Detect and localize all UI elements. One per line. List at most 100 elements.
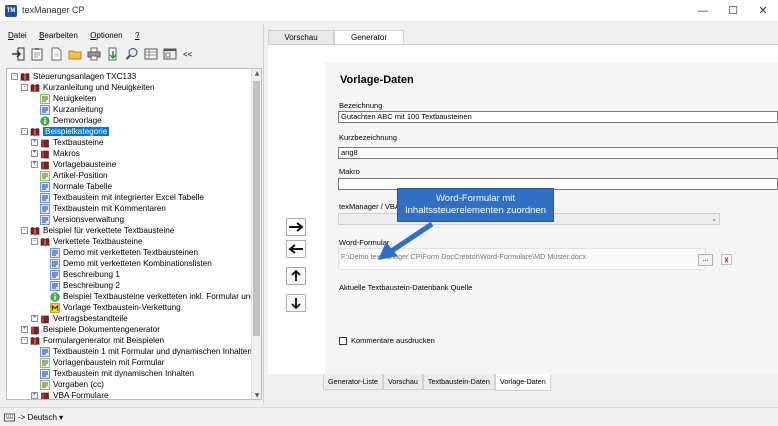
tree-node[interactable]: + Vorlagebausteine — [31, 159, 116, 170]
kurzbezeichnung-input[interactable]: ang8 — [338, 147, 778, 159]
tree-node[interactable]: Artikel-Position — [31, 170, 108, 181]
tree-node[interactable]: + Beispiele Dokumentengenerator — [21, 324, 160, 335]
kommentare-checkbox[interactable] — [339, 336, 347, 345]
minimize-button[interactable]: — — [688, 0, 718, 22]
collapse-icon[interactable]: - — [21, 227, 28, 234]
clipboard-button[interactable] — [29, 46, 45, 62]
category-tree[interactable]: - Steuerungsanlagen TXC133- Kurzanleitung … — [6, 68, 262, 400]
tree-node-label: Textbaustein 1 mit Formular und dynamisc… — [53, 347, 252, 356]
tree-node[interactable]: Demo mit verketteten Kombinationslisten — [41, 258, 212, 269]
tree-node[interactable]: Normale Tabelle — [31, 181, 112, 192]
collapse-icon[interactable]: - — [11, 73, 18, 80]
table-view-button[interactable] — [143, 46, 159, 62]
tree-node[interactable]: Versionsverwaltung — [31, 214, 124, 225]
collapse-icon[interactable]: - — [21, 337, 28, 344]
tree-node[interactable]: + Textbausteine — [31, 137, 104, 148]
tree-node[interactable]: - Steuerungsanlagen TXC133 — [11, 71, 136, 82]
new-document-button[interactable] — [48, 46, 64, 62]
window-layout-icon — [163, 48, 177, 60]
blue-text-block-icon — [50, 280, 60, 291]
tree-node-label: Makros — [53, 149, 80, 158]
move-up-button[interactable] — [286, 267, 306, 285]
expand-icon[interactable]: + — [31, 392, 38, 399]
splitter[interactable] — [263, 24, 264, 404]
close-button[interactable]: ✕ — [748, 0, 778, 22]
tab-vorschau[interactable]: Vorschau — [268, 30, 334, 44]
tab-vorschau-bottom[interactable]: Vorschau — [382, 374, 423, 390]
tree-node-label: Beispiel Textbausteine verketteten inkl.… — [63, 292, 253, 301]
scrollbar-thumb[interactable] — [253, 81, 260, 336]
tab-textbaustein-daten[interactable]: Textbaustein-Daten — [422, 374, 495, 390]
title-bar: TM texManager CP — ☐ ✕ — [0, 0, 778, 22]
expand-icon[interactable]: + — [31, 315, 38, 322]
collapse-icon[interactable]: - — [31, 238, 38, 245]
datenbank-quelle-label: Aktuelle Textbaustein-Datenbank Quelle — [339, 283, 473, 292]
open-folder-button[interactable] — [67, 46, 83, 62]
tree-node[interactable]: Vorlage Textbaustein-Verkettung — [41, 302, 181, 313]
tree-node[interactable]: - Beispiel für verkettete Textbausteine — [21, 225, 174, 236]
tree-node[interactable]: + Vertragsbestandteile — [31, 313, 128, 324]
tree-node[interactable]: Demo mit verketteten Textbausteinen — [41, 247, 198, 258]
status-bar: -> Deutsch ▾ — [0, 407, 778, 426]
bottom-tabs: Generator-Liste Vorschau Textbaustein-Da… — [323, 374, 551, 391]
kurzbezeichnung-label: Kurzbezeichnung — [339, 133, 397, 142]
bezeichnung-input[interactable]: Gutachten ABC mit 100 Textbausteinen — [338, 111, 778, 123]
expand-icon[interactable]: + — [31, 139, 38, 146]
tree-node[interactable]: + VBA Formulare — [31, 390, 109, 399]
tree-node[interactable]: Textbaustein mit Kommentaren — [31, 203, 166, 214]
menu-bearbeiten-label: earbeiten — [44, 31, 78, 40]
collapse-icon[interactable]: - — [21, 128, 28, 135]
menu-optionen[interactable]: Optionen — [90, 31, 122, 40]
tree-scrollbar[interactable]: ▲ ▼ — [251, 69, 261, 399]
tab-generator-liste[interactable]: Generator-Liste — [323, 374, 383, 390]
move-left-button[interactable] — [286, 240, 306, 258]
import-button[interactable] — [105, 46, 121, 62]
tree-node[interactable]: Demovorlage — [31, 115, 102, 126]
scroll-down-arrow-icon[interactable]: ▼ — [252, 391, 261, 399]
expand-icon[interactable]: + — [31, 150, 38, 157]
print-button[interactable] — [86, 46, 102, 62]
tree-node[interactable]: - Formulargenerator mit Beispielen — [21, 335, 164, 346]
tree-node-label: Textbausteine — [53, 138, 104, 147]
book-closed-icon — [40, 138, 50, 148]
tree-node-label: Demo mit verketteten Kombinationslisten — [63, 259, 212, 268]
scroll-up-arrow-icon[interactable]: ▲ — [252, 69, 261, 79]
language-selector[interactable]: -> Deutsch ▾ — [18, 413, 63, 422]
tree-node[interactable]: - Verkettete Textbausteine — [31, 236, 143, 247]
browse-button[interactable]: ... — [698, 254, 713, 266]
arrow-right-icon — [289, 222, 304, 232]
layout-button[interactable] — [162, 46, 178, 62]
menu-datei[interactable]: Datei — [8, 31, 27, 40]
maximize-button[interactable]: ☐ — [718, 0, 748, 22]
search-button[interactable] — [124, 46, 140, 62]
tree-node[interactable]: Vorlagenbaustein mit Formular — [31, 357, 165, 368]
menu-bearbeiten[interactable]: Bearbeiten — [39, 31, 78, 40]
tree-node[interactable]: Vorgaben (cc) — [31, 379, 104, 390]
tree-node[interactable]: - Beispielkategorie — [21, 126, 110, 137]
tree-node[interactable]: Textbaustein 1 mit Formular und dynamisc… — [31, 346, 252, 357]
tree-node[interactable]: Textbaustein mit integrierter Excel Tabe… — [31, 192, 204, 203]
tree-node[interactable]: - Kurzanleitung und Neuigkeiten — [21, 82, 155, 93]
tree-node[interactable]: Textbaustein mit dynamischen Inhalten — [31, 368, 194, 379]
expand-icon[interactable]: + — [21, 326, 28, 333]
tab-vorlage-daten[interactable]: Vorlage-Daten — [494, 374, 551, 391]
collapse-icon[interactable]: - — [21, 84, 28, 91]
callout-line-1: Word-Formular mit — [436, 193, 515, 204]
menu-datei-label: atei — [13, 31, 27, 40]
move-right-button[interactable] — [286, 218, 306, 236]
tree-node[interactable]: Beispiel Textbausteine verketteten inkl.… — [41, 291, 253, 302]
tree-node[interactable]: Kurzanleitung — [31, 104, 103, 115]
tree-node[interactable]: Beschreibung 2 — [41, 280, 120, 291]
clear-path-button[interactable]: x — [721, 254, 732, 265]
tree-node[interactable]: Neuigkeiten — [31, 93, 96, 104]
tree-node-label: Vertragsbestandteile — [53, 314, 128, 323]
move-down-button[interactable] — [286, 294, 306, 312]
exit-button[interactable] — [10, 46, 26, 62]
tree-node[interactable]: + Makros — [31, 148, 80, 159]
tab-generator[interactable]: Generator — [334, 30, 404, 44]
book-icon — [20, 72, 30, 82]
tree-node[interactable]: Beschreibung 1 — [41, 269, 120, 280]
menu-help[interactable]: ? — [135, 31, 139, 40]
expand-icon[interactable]: + — [31, 161, 38, 168]
toolbar-more-button[interactable]: << — [183, 50, 192, 59]
